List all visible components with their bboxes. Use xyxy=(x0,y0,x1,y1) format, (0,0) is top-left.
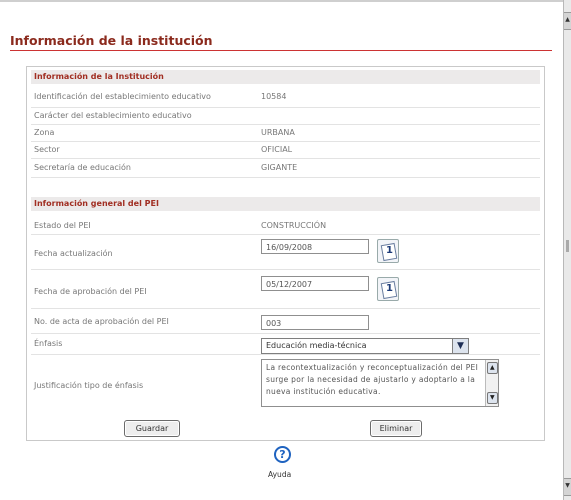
textarea-scrollbar[interactable]: ▲ ▼ xyxy=(485,360,498,406)
row-secretaria: Secretaría de educación GIGANTE xyxy=(31,159,540,178)
fecha-actualizacion-input[interactable]: 16/09/2008 xyxy=(261,239,369,254)
scrollbar-grip[interactable] xyxy=(566,240,569,252)
page-title: Información de la institución xyxy=(10,33,213,48)
scroll-up-arrow-icon[interactable]: ▲ xyxy=(487,362,498,374)
enfasis-select[interactable]: Educación media-técnica ▼ xyxy=(261,338,469,354)
row-identificacion: Identificación del establecimiento educa… xyxy=(31,87,540,108)
row-label: Estado del PEI xyxy=(34,221,91,230)
acta-input[interactable]: 003 xyxy=(261,315,369,330)
row-label: Fecha de aprobación del PEI xyxy=(34,287,147,296)
row-value: CONSTRUCCIÓN xyxy=(261,221,327,230)
row-sector: Sector OFICIAL xyxy=(31,142,540,159)
row-estado-pei: Estado del PEI CONSTRUCCIÓN xyxy=(31,216,540,235)
help-icon[interactable]: ? xyxy=(274,446,291,463)
row-label: No. de acta de aprobación del PEI xyxy=(34,317,169,326)
institution-form-panel: Información de la Institución Identifica… xyxy=(26,66,545,441)
row-zona: Zona URBANA xyxy=(31,125,540,142)
window-top-border xyxy=(0,0,563,2)
save-button[interactable]: Guardar xyxy=(124,420,180,437)
calendar-day-number: 1 xyxy=(386,245,393,256)
row-value: URBANA xyxy=(261,128,295,137)
row-label: Énfasis xyxy=(34,339,63,348)
row-label: Carácter del establecimiento educativo xyxy=(34,111,192,120)
section-header-pei: Información general del PEI xyxy=(31,197,540,211)
row-label: Justificación tipo de énfasis xyxy=(34,381,144,390)
row-label: Sector xyxy=(34,145,60,154)
calendar-day-number: 1 xyxy=(386,283,393,294)
row-label: Secretaría de educación xyxy=(34,163,131,172)
scroll-up-arrow-icon[interactable]: ▲ xyxy=(564,12,571,30)
chevron-down-icon[interactable]: ▼ xyxy=(452,339,468,353)
calendar-icon[interactable]: 1 xyxy=(377,277,399,301)
page-scrollbar[interactable]: ▲ ▼ xyxy=(563,0,571,500)
help-label[interactable]: Ayuda xyxy=(268,470,291,479)
row-value: GIGANTE xyxy=(261,163,298,172)
row-caracter: Carácter del establecimiento educativo xyxy=(31,108,540,125)
scroll-down-arrow-icon[interactable]: ▼ xyxy=(564,478,571,496)
calendar-icon[interactable]: 1 xyxy=(377,239,399,263)
justificacion-textarea[interactable]: La recontextualización y reconceptualiza… xyxy=(261,359,499,407)
justificacion-text: La recontextualización y reconceptualiza… xyxy=(266,363,479,396)
section-header-institution: Información de la Institución xyxy=(31,70,540,84)
fecha-aprobacion-input[interactable]: 05/12/2007 xyxy=(261,276,369,291)
row-label: Identificación del establecimiento educa… xyxy=(34,92,211,101)
row-value: 10584 xyxy=(261,92,287,101)
title-divider xyxy=(10,50,552,51)
row-value: OFICIAL xyxy=(261,145,293,154)
delete-button[interactable]: Eliminar xyxy=(370,420,422,437)
scroll-down-arrow-icon[interactable]: ▼ xyxy=(487,392,498,404)
enfasis-selected-value: Educación media-técnica xyxy=(266,341,367,350)
row-label: Zona xyxy=(34,128,55,137)
row-label: Fecha actualización xyxy=(34,249,113,258)
